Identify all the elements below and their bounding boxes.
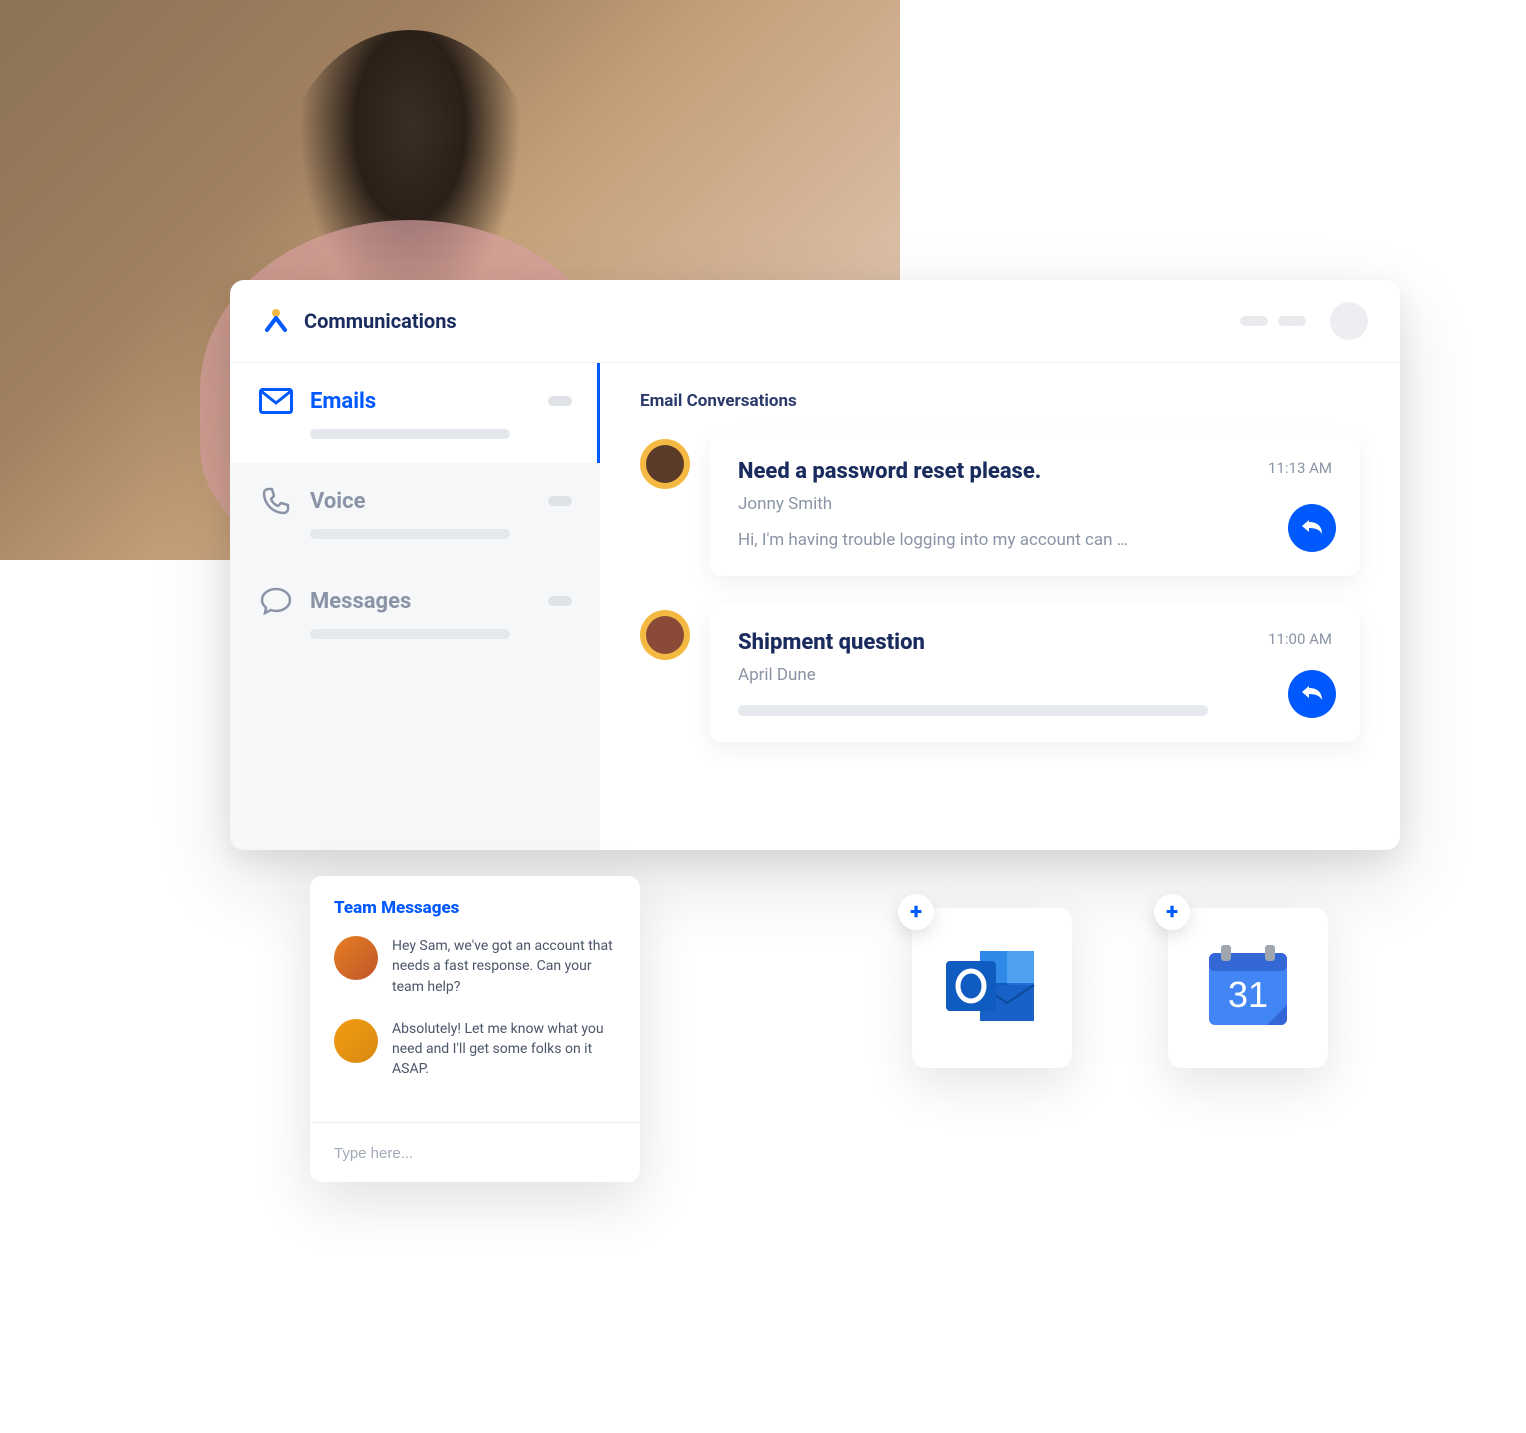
main-panel: Email Conversations Need a password rese… [600,363,1400,850]
reply-button[interactable] [1288,504,1336,552]
app-title: Communications [304,309,1240,333]
team-messages-title: Team Messages [310,876,640,932]
header-actions [1240,302,1368,340]
sender-avatar [640,439,690,489]
sidebar-item-label: Emails [310,389,532,414]
plus-icon: + [910,900,922,925]
conversation-time: 11:00 AM [1268,630,1332,648]
header-placeholder [1278,316,1306,326]
message-avatar [334,936,378,980]
conversation-time: 11:13 AM [1268,459,1332,477]
sender-avatar [640,610,690,660]
communications-window: Communications Emails [230,280,1400,850]
sidebar-skeleton [310,529,510,539]
message-text: Hey Sam, we've got an account that needs… [392,936,616,997]
app-logo-icon [262,307,290,335]
sidebar-skeleton [310,429,510,439]
plus-icon: + [1166,900,1178,925]
sidebar-badge [548,396,572,406]
sidebar-item-voice[interactable]: Voice [230,463,600,563]
svg-text:31: 31 [1228,974,1268,1015]
sidebar-item-emails[interactable]: Emails [230,363,600,463]
google-calendar-icon: 31 [1203,941,1293,1035]
add-integration-button[interactable]: + [1154,894,1190,930]
section-title: Email Conversations [640,391,1360,411]
header-placeholder [1240,316,1268,326]
sidebar-badge [548,596,572,606]
integration-google-calendar[interactable]: + 31 [1168,908,1328,1068]
reply-button[interactable] [1288,670,1336,718]
conversation-subject: Shipment question [738,630,925,655]
message-input-wrapper [310,1122,640,1182]
sidebar-item-messages[interactable]: Messages [230,563,600,663]
sidebar-badge [548,496,572,506]
message-text: Absolutely! Let me know what you need an… [392,1019,616,1080]
sidebar-item-label: Voice [310,489,532,514]
sidebar-skeleton [310,629,510,639]
integration-outlook[interactable]: + [912,908,1072,1068]
app-body: Emails Voice [230,363,1400,850]
team-message: Absolutely! Let me know what you need an… [334,1019,616,1080]
phone-icon [258,485,294,517]
conversation-card[interactable]: Shipment question 11:00 AM April Dune [710,604,1360,742]
reply-icon [1300,516,1324,540]
team-message: Hey Sam, we've got an account that needs… [334,936,616,997]
team-messages-card: Team Messages Hey Sam, we've got an acco… [310,876,640,1182]
mail-icon [258,385,294,417]
conversation-preview: Hi, I'm having trouble logging into my a… [738,530,1238,550]
message-avatar [334,1019,378,1063]
add-integration-button[interactable]: + [898,894,934,930]
outlook-icon [946,945,1038,1031]
conversation-from: Jonny Smith [738,494,1332,514]
conversation-from: April Dune [738,665,1332,685]
conversation-subject: Need a password reset please. [738,459,1041,484]
chat-bubble-icon [258,585,294,617]
user-avatar[interactable] [1330,302,1368,340]
sidebar-item-label: Messages [310,589,532,614]
conversation-row: Shipment question 11:00 AM April Dune [640,604,1360,742]
sidebar: Emails Voice [230,363,600,850]
message-input[interactable] [334,1145,616,1162]
conversation-preview-skeleton [738,705,1208,716]
app-header: Communications [230,280,1400,363]
conversation-row: Need a password reset please. 11:13 AM J… [640,433,1360,576]
conversation-card[interactable]: Need a password reset please. 11:13 AM J… [710,433,1360,576]
reply-icon [1300,682,1324,706]
